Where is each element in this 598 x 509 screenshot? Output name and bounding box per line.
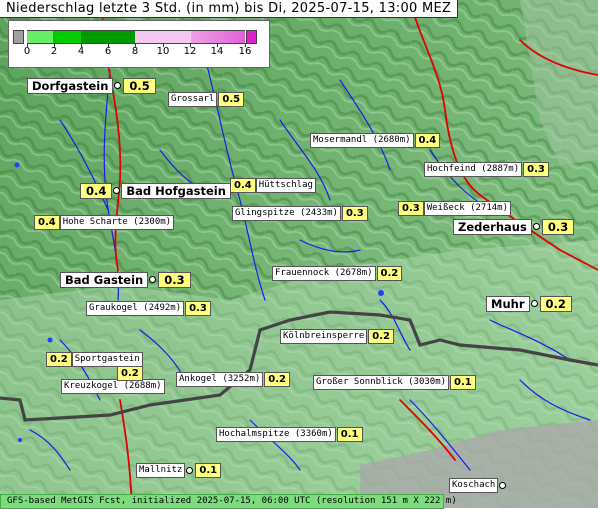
precip-value: 0.5 [218, 92, 245, 107]
location-marker-icon [114, 82, 122, 89]
legend-tick-label: 16 [238, 46, 252, 57]
place-mallnitz[interactable]: Mallnitz 0.1 [136, 463, 222, 478]
legend-tick-label: 8 [131, 46, 139, 57]
place-ankogel[interactable]: Ankogel (3252m) 0.2 [176, 372, 290, 387]
legend-tick-label: 14 [210, 46, 224, 57]
place-name: Sportgastein [71, 352, 143, 367]
place-koelnbreinsperre[interactable]: Kölnbreinsperre 0.2 [280, 329, 394, 344]
place-name: Großer Sonnblick (3030m) [313, 375, 450, 390]
legend-bar-2-4 [53, 30, 81, 44]
precip-value: 0.4 [80, 182, 113, 199]
place-name: Kölnbreinsperre [280, 329, 368, 344]
legend-tick-label: 4 [77, 46, 85, 57]
precip-value: 0.3 [341, 206, 368, 221]
location-marker-icon [532, 223, 540, 230]
location-marker-icon [499, 482, 507, 489]
place-name: Grossarl [168, 92, 218, 107]
place-name: Weißeck (2714m) [423, 201, 511, 216]
legend-swatch-negative [13, 30, 24, 44]
precip-value: 0.2 [539, 295, 572, 312]
legend-bar-12-16 [191, 30, 245, 44]
place-muhr[interactable]: Muhr 0.2 [486, 295, 572, 312]
location-marker-icon [186, 467, 194, 474]
precip-value: 0.2 [46, 352, 72, 367]
legend-bar-0-2 [27, 30, 53, 44]
legend-tick-label: 10 [156, 46, 170, 57]
precip-value: 0.2 [264, 372, 290, 387]
place-zederhaus[interactable]: Zederhaus 0.3 [453, 218, 575, 235]
place-koschach[interactable]: Koschach [449, 478, 507, 493]
precip-value: 0.2 [376, 266, 403, 281]
place-hochalmspitze[interactable]: Hochalmspitze (3360m) 0.1 [216, 427, 363, 442]
precipitation-legend: 0 2 4 6 8 10 12 14 16 [8, 20, 270, 68]
place-name: Mosermandl (2680m) [310, 133, 414, 148]
place-kreuzkogel-value: 0.2 [116, 366, 143, 381]
place-weisseck[interactable]: 0.3 Weißeck (2714m) [397, 201, 511, 216]
precip-value: 0.3 [185, 301, 211, 316]
location-marker-icon [530, 300, 538, 307]
place-name: Hohe Scharte (2300m) [59, 215, 175, 230]
place-name: Hochalmspitze (3360m) [216, 427, 336, 442]
place-frauennock[interactable]: Frauennock (2678m) 0.2 [272, 266, 403, 281]
precip-value: 0.4 [34, 215, 60, 230]
place-name: Hüttschlag [255, 178, 316, 193]
place-hochfeind[interactable]: Hochfeind (2887m) 0.3 [424, 162, 549, 177]
place-name: Hochfeind (2887m) [424, 162, 523, 177]
place-grossarl[interactable]: Grossarl 0.5 [168, 92, 245, 107]
precip-value: 0.4 [230, 178, 256, 193]
place-name: Kreuzkogel (2688m) [61, 379, 165, 394]
legend-tick-label: 0 [23, 46, 31, 57]
precip-value: 0.3 [158, 271, 191, 288]
place-name: Dorfgastein [27, 77, 114, 94]
precip-value: 0.1 [195, 463, 222, 478]
place-name: Mallnitz [136, 463, 186, 478]
legend-swatch-over-16 [246, 30, 257, 44]
place-sportgastein[interactable]: 0.2 Sportgastein [45, 352, 143, 367]
place-graukogel[interactable]: Graukogel (2492m) 0.3 [86, 301, 211, 316]
place-kreuzkogel[interactable]: Kreuzkogel (2688m) [61, 379, 165, 394]
place-name: Zederhaus [453, 218, 532, 235]
legend-tick-label: 6 [104, 46, 112, 57]
place-bad-gastein[interactable]: Bad Gastein 0.3 [60, 271, 191, 288]
place-grosser-sonnblick[interactable]: Großer Sonnblick (3030m) 0.1 [313, 375, 476, 390]
legend-bar-4-8 [81, 30, 135, 44]
legend-tick-label: 12 [183, 46, 197, 57]
place-dorfgastein[interactable]: Dorfgastein 0.5 [27, 77, 156, 94]
place-name: Muhr [486, 295, 530, 312]
place-name: Ankogel (3252m) [176, 372, 264, 387]
precip-value: 0.5 [123, 77, 156, 94]
location-marker-icon [149, 276, 157, 283]
precip-value: 0.2 [368, 329, 394, 344]
place-name: Frauennock (2678m) [272, 266, 376, 281]
place-mosermandl[interactable]: Mosermandl (2680m) 0.4 [310, 133, 441, 148]
place-huettschlag[interactable]: 0.4 Hüttschlag [229, 178, 316, 193]
precip-value: 0.1 [336, 427, 363, 442]
precip-value: 0.3 [398, 201, 424, 216]
place-glingspitze[interactable]: Glingspitze (2433m) 0.3 [232, 206, 368, 221]
model-info-footer: GFS-based MetGIS Fcst, initialized 2025-… [0, 494, 457, 509]
precip-value: 0.4 [414, 133, 441, 148]
place-name: Glingspitze (2433m) [232, 206, 341, 221]
place-name: Koschach [449, 478, 499, 493]
legend-bar-8-12 [135, 30, 191, 44]
place-hohe-scharte[interactable]: 0.4 Hohe Scharte (2300m) [33, 215, 175, 230]
precip-value: 0.2 [117, 366, 143, 381]
precip-value: 0.3 [541, 218, 575, 235]
place-name: Bad Gastein [60, 271, 149, 288]
location-marker-icon [113, 187, 121, 194]
place-bad-hofgastein[interactable]: 0.4 Bad Hofgastein [79, 182, 231, 199]
place-name: Bad Hofgastein [121, 182, 231, 199]
map-title: Niederschlag letzte 3 Std. (in mm) bis D… [0, 0, 459, 18]
place-name: Graukogel (2492m) [86, 301, 185, 316]
precip-value: 0.3 [523, 162, 549, 177]
precip-value: 0.1 [450, 375, 476, 390]
legend-tick-label: 2 [50, 46, 58, 57]
